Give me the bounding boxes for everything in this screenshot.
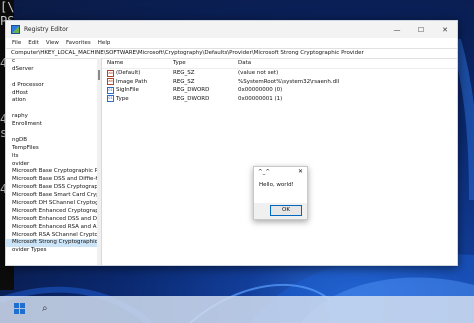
tree-item[interactable]: [6, 105, 101, 113]
message-box-titlebar[interactable]: ^_^ ✕: [254, 167, 307, 177]
value-row[interactable]: ab Image Path REG_SZ %SystemRoot%\system32\…: [102, 78, 457, 87]
values-header: Name Type Data: [102, 58, 457, 69]
value-type: REG_DWORD: [173, 95, 210, 102]
tree-item[interactable]: Microsoft Enhanced RSA and AES Cr: [6, 224, 101, 232]
values-pane: Name Type Data ab (Default) REG_SZ (value n…: [102, 58, 457, 265]
value-name-cell: 01 SigInFile: [102, 86, 173, 95]
tree-item[interactable]: ovider: [6, 161, 101, 169]
tree-item[interactable]: [6, 74, 101, 82]
tree-item[interactable]: Microsoft DH SChannel Cryptograph: [6, 200, 101, 208]
tree-item[interactable]: c: [6, 58, 101, 66]
tree-item[interactable]: Microsoft Base DSS Cryptographic Pr: [6, 184, 101, 192]
tree-item[interactable]: ngDB: [6, 137, 101, 145]
value-type: REG_SZ: [173, 78, 195, 85]
value-type: REG_SZ: [173, 70, 195, 76]
window-controls: — ☐ ✕: [385, 21, 457, 38]
editor-panes: c dServer d Processor dHost ation raphy Enroll…: [6, 58, 457, 265]
tree-item[interactable]: dServer: [6, 66, 101, 74]
taskbar: ⌕: [0, 296, 474, 323]
value-name: Image Path: [116, 78, 148, 85]
registry-editor-window: Registry Editor — ☐ ✕ File Edit View Fav…: [5, 20, 458, 266]
tree-item[interactable]: Microsoft RSA SChannel Cryptograp: [6, 232, 101, 240]
tree-item[interactable]: Microsoft Enhanced Cryptographic P: [6, 208, 101, 216]
tree-item[interactable]: TempFiles: [6, 145, 101, 153]
menu-file[interactable]: File: [12, 40, 21, 46]
console-line: [\: [0, 0, 14, 14]
tree-item[interactable]: ovider Types: [6, 247, 101, 255]
message-box: ^_^ ✕ Hello, world! OK: [253, 166, 308, 220]
tree-item[interactable]: Microsoft Enhanced DSS and Diffie-: [6, 216, 101, 224]
value-data: 0x00000000 (0): [238, 87, 283, 93]
message-box-text: Hello, world!: [259, 182, 294, 188]
column-header-type[interactable]: Type: [173, 58, 238, 68]
search-icon[interactable]: ⌕: [42, 303, 53, 314]
tree-scrollbar-thumb[interactable]: [98, 70, 100, 80]
value-name: Type: [116, 95, 129, 102]
maximize-button[interactable]: ☐: [409, 21, 433, 38]
value-name-cell: ab (Default): [102, 69, 173, 78]
window-title: Registry Editor: [24, 26, 69, 33]
tree-item[interactable]: Enrollment: [6, 121, 101, 129]
column-header-name[interactable]: Name: [102, 58, 173, 68]
string-value-icon: ab: [107, 78, 114, 86]
string-value-icon: ab: [107, 69, 114, 77]
tree-item[interactable]: Microsoft Base Cryptographic Provid: [6, 168, 101, 176]
tree-scrollbar[interactable]: [97, 58, 101, 265]
value-data: %SystemRoot%\system32\rsaenh.dll: [238, 78, 340, 85]
tree-item[interactable]: raphy: [6, 113, 101, 121]
key-tree: c dServer d Processor dHost ation raphy Enroll…: [6, 58, 102, 265]
tree-item[interactable]: d Processor: [6, 82, 101, 90]
ok-button[interactable]: OK: [270, 205, 302, 216]
tree-item[interactable]: Microsoft Base DSS and Diffie-Hellm: [6, 176, 101, 184]
value-name-cell: 01 Type: [102, 95, 173, 104]
message-box-close-icon[interactable]: ✕: [298, 167, 303, 177]
tree-item[interactable]: lts: [6, 153, 101, 161]
menu-favorites[interactable]: Favorites: [66, 40, 91, 46]
column-header-data[interactable]: Data: [238, 58, 457, 68]
registry-app-icon: [11, 25, 20, 34]
binary-value-icon: 01: [107, 86, 114, 94]
tree-item[interactable]: Microsoft Base Smart Card Crypto Pr: [6, 192, 101, 200]
value-data: (value not set): [238, 70, 279, 76]
title-bar[interactable]: Registry Editor — ☐ ✕: [6, 21, 457, 38]
menu-help[interactable]: Help: [98, 40, 111, 46]
value-type: REG_DWORD: [173, 87, 210, 93]
message-box-footer: OK: [254, 203, 307, 219]
tree-item[interactable]: dHost: [6, 90, 101, 98]
minimize-button[interactable]: —: [385, 21, 409, 38]
close-button[interactable]: ✕: [433, 21, 457, 38]
message-box-title: ^_^: [258, 169, 270, 175]
windows-start-icon[interactable]: [14, 303, 25, 314]
value-name: SigInFile: [116, 87, 139, 93]
tree-item[interactable]: [6, 129, 101, 137]
menu-edit[interactable]: Edit: [28, 40, 39, 46]
value-row[interactable]: ab (Default) REG_SZ (value not set): [102, 69, 457, 78]
menu-bar: File Edit View Favorites Help: [6, 38, 457, 48]
value-data: 0x00000001 (1): [238, 95, 283, 102]
value-rows: ab (Default) REG_SZ (value not set) ab Image …: [102, 69, 457, 103]
tree-list: c dServer d Processor dHost ation raphy Enroll…: [6, 58, 101, 255]
value-row[interactable]: 01 SigInFile REG_DWORD 0x00000000 (0): [102, 86, 457, 95]
value-name: (Default): [116, 70, 141, 76]
menu-view[interactable]: View: [46, 40, 59, 46]
tree-item[interactable]: Microsoft Strong Cryptographic Prov: [6, 239, 101, 248]
value-name-cell: ab Image Path: [102, 78, 173, 87]
binary-value-icon: 01: [107, 95, 114, 103]
tree-item[interactable]: ation: [6, 97, 101, 105]
value-row[interactable]: 01 Type REG_DWORD 0x00000001 (1): [102, 95, 457, 104]
